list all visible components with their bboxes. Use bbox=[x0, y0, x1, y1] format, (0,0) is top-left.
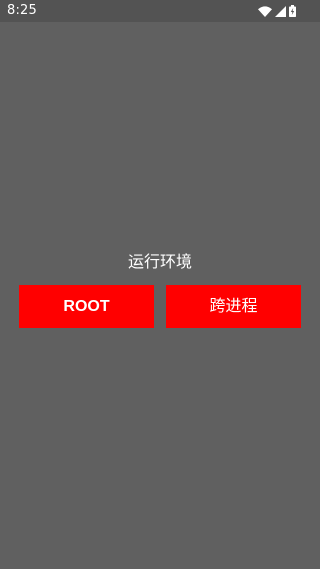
battery-charging-icon bbox=[289, 5, 296, 17]
signal-icon bbox=[275, 5, 286, 17]
app-screen: 8:25 运行环境 ROOT 跨进程 bbox=[0, 0, 320, 569]
status-time: 8:25 bbox=[7, 3, 37, 18]
wifi-icon bbox=[258, 5, 272, 17]
cross-process-button[interactable]: 跨进程 bbox=[166, 285, 301, 328]
status-bar: 8:25 bbox=[0, 0, 320, 22]
status-icons bbox=[258, 4, 296, 18]
root-button[interactable]: ROOT bbox=[19, 285, 154, 328]
runtime-environment-label: 运行环境 bbox=[127, 252, 192, 271]
